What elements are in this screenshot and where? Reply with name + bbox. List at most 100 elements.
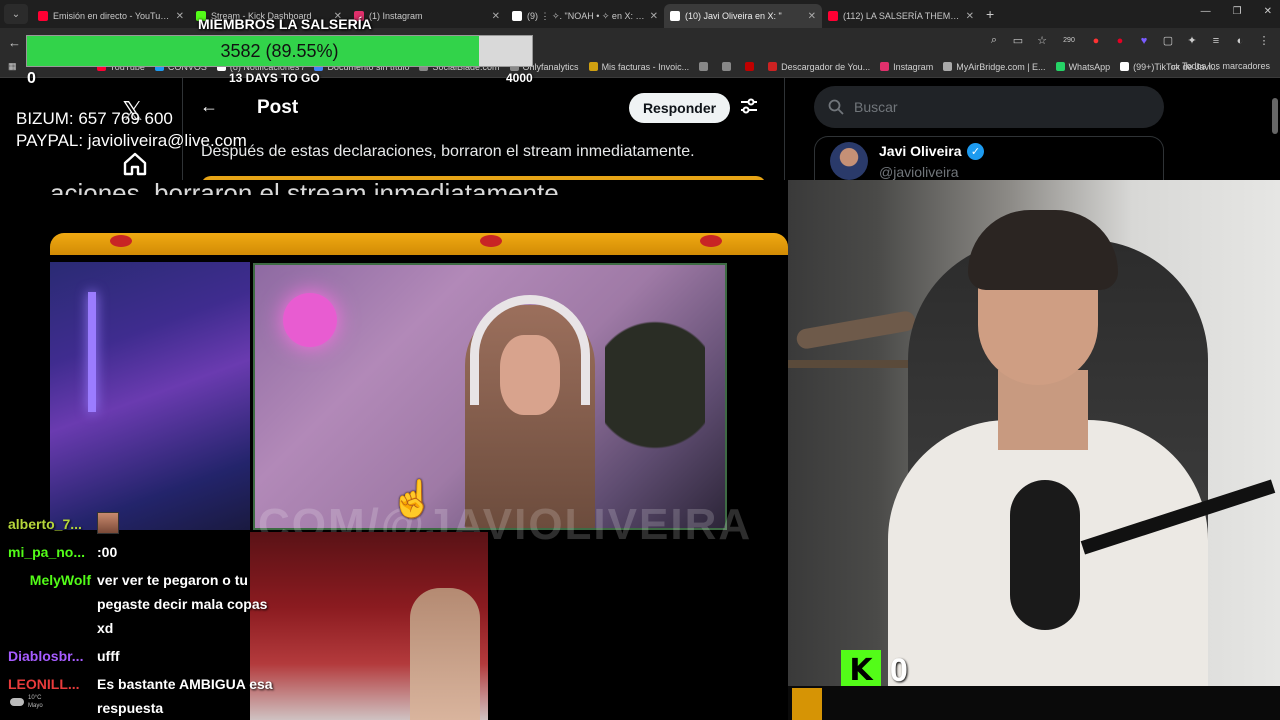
bookmark-favicon-icon (880, 62, 890, 71)
reply-settings-icon[interactable] (740, 98, 758, 119)
video-side-panel (50, 262, 250, 530)
tab-favicon-icon (670, 11, 680, 21)
tab-title: (9) ⋮ ✧. "NOAH • ✧ en X: "qu (527, 10, 646, 21)
bookmark-item[interactable]: MyAirBridge.com | E... (943, 61, 1046, 72)
webcam-feed (788, 180, 1280, 686)
tab-favicon-icon (828, 11, 838, 21)
heart-ext-icon[interactable]: ♥ (1138, 35, 1150, 47)
tab-close-icon[interactable]: ✕ (492, 11, 500, 22)
home-icon[interactable] (122, 152, 148, 181)
search-input[interactable]: Buscar (814, 86, 1164, 128)
weather-desc: Mayo (28, 703, 43, 709)
bookmark-item[interactable]: Mis facturas - Invoic... (588, 62, 689, 72)
chat-message: mi_pa_no...:00 (8, 540, 278, 564)
pinterest-ext-icon[interactable]: ● (1114, 35, 1126, 47)
chat-text: Es bastante AMBIGUA esa respuesta (97, 676, 273, 716)
bookmark-item[interactable] (722, 62, 735, 72)
bizum-line: BIZUM: 657 769 600 (16, 109, 173, 128)
bookmark-star-icon[interactable]: ☆ (1036, 34, 1048, 47)
profile-handle[interactable]: @javioliveira (879, 164, 959, 180)
bookmark-label: MyAirBridge.com | E... (956, 61, 1046, 72)
christmas-tree (605, 295, 705, 475)
shelf (788, 360, 918, 368)
tab-close-icon[interactable]: ✕ (176, 11, 184, 22)
tab-title: (112) LA SALSERÍA THEME (REN (843, 11, 962, 21)
browser-tab[interactable]: (10) Javi Oliveira en X: " ✕ (664, 4, 822, 28)
bookmark-item[interactable] (699, 62, 712, 72)
browser-back-icon[interactable]: ← (8, 35, 21, 50)
search-icon (828, 99, 844, 115)
tab-close-icon[interactable]: ✕ (966, 11, 974, 22)
restore-icon[interactable]: ❐ (1233, 6, 1242, 17)
goal-title: MIEMBROS LA SALSERÍA (198, 16, 372, 32)
guitar (795, 309, 917, 351)
video-frame-border (50, 233, 788, 255)
bookmark-item[interactable] (745, 62, 758, 72)
tab-close-icon[interactable]: ✕ (650, 11, 658, 22)
browser-tab[interactable]: (9) ⋮ ✧. "NOAH • ✧ en X: "qu ✕ (506, 4, 664, 28)
reading-list-icon[interactable]: ≡ (1210, 35, 1222, 47)
screen: ⌄ Emisión en directo - YouTube S ✕ Stream … (0, 0, 1280, 720)
tab-list: Emisión en directo - YouTube S ✕ Stream - … (32, 0, 980, 28)
ext-icon[interactable]: ▢ (1162, 34, 1174, 47)
bottom-strip (788, 686, 1280, 720)
chat-overlay: alberto_7... mi_pa_no...:00 MelyWolf ver ve… (8, 512, 278, 720)
bookmark-item[interactable]: Descargador de You... (768, 62, 870, 72)
tab-close-icon[interactable]: ✕ (808, 11, 816, 22)
extension-badge[interactable]: 290 (1060, 37, 1078, 44)
menu-icon[interactable]: ⋮ (1258, 34, 1270, 47)
chat-message: alberto_7... (8, 512, 278, 536)
microphone (1010, 480, 1080, 630)
goal-max: 4000 (506, 71, 533, 85)
tab-title: (1) Instagram (369, 11, 423, 21)
tab-favicon-icon (38, 11, 48, 21)
avatar[interactable] (830, 142, 868, 180)
cloud-icon (10, 698, 24, 706)
streamer-figure-small (410, 588, 480, 720)
chat-emote-icon (97, 512, 119, 534)
tab-title: Emisión en directo - YouTube S (53, 11, 172, 21)
cast-icon[interactable]: ▭ (1012, 34, 1024, 47)
neon-light (88, 292, 96, 412)
tab-search-icon[interactable]: ⌄ (4, 4, 28, 24)
chat-username: mi_pa_no... (8, 544, 86, 560)
bookmark-favicon-icon (699, 62, 709, 71)
chat-text: ufff (97, 648, 120, 664)
reply-button[interactable]: Responder (629, 93, 730, 123)
kick-logo-icon: K (841, 650, 881, 690)
bookmark-item[interactable]: Instagram (880, 62, 933, 72)
profile-name[interactable]: Javi Oliveira (879, 143, 962, 159)
weather-temp: 10°C (28, 695, 42, 701)
page-title: Post (257, 97, 299, 118)
youtube-ext-icon[interactable]: ● (1090, 35, 1102, 47)
search-placeholder: Buscar (854, 99, 898, 115)
new-tab-button[interactable]: + (986, 6, 994, 22)
profile-icon[interactable]: ◐ (1234, 35, 1246, 47)
apps-icon[interactable]: ▦ (8, 61, 17, 72)
close-window-icon[interactable]: ✕ (1264, 6, 1272, 17)
post-text: Después de estas declaraciones, borraron… (201, 143, 695, 160)
zoom-icon[interactable]: ⌕ (988, 34, 1000, 47)
bookmark-favicon-icon (943, 62, 953, 71)
chat-message: LEONILL... Es bastante AMBIGUA esa respue… (8, 672, 278, 720)
bookmark-label: Instagram (893, 61, 934, 72)
bookmark-favicon-icon (722, 62, 732, 71)
tab-title: (10) Javi Oliveira en X: " (685, 11, 782, 21)
browser-tab[interactable]: Emisión en directo - YouTube S ✕ (32, 4, 190, 28)
bookmark-item[interactable]: WhatsApp (1055, 62, 1110, 72)
embedded-video[interactable] (253, 263, 727, 530)
ornament (110, 235, 132, 247)
ornament (700, 235, 722, 247)
mouse-cursor-icon: ☝ (390, 478, 435, 519)
pink-lamp (283, 293, 337, 347)
puzzle-icon[interactable]: ✦ (1186, 34, 1198, 47)
all-bookmarks-folder[interactable]: ▭ Todos los marcadores (1171, 61, 1270, 72)
bookmark-favicon-icon (745, 62, 755, 71)
minimize-icon[interactable]: — (1201, 6, 1211, 17)
bookmark-label: Descargador de You... (781, 61, 871, 72)
video-thumbnail (250, 532, 488, 720)
chat-text: ver ver te pegaron o tu pegaste decir ma… (97, 572, 268, 636)
browser-tab[interactable]: (112) LA SALSERÍA THEME (REN ✕ (822, 4, 980, 28)
chat-username: Diablosbr... (8, 648, 84, 664)
scrollbar[interactable] (1272, 98, 1278, 134)
